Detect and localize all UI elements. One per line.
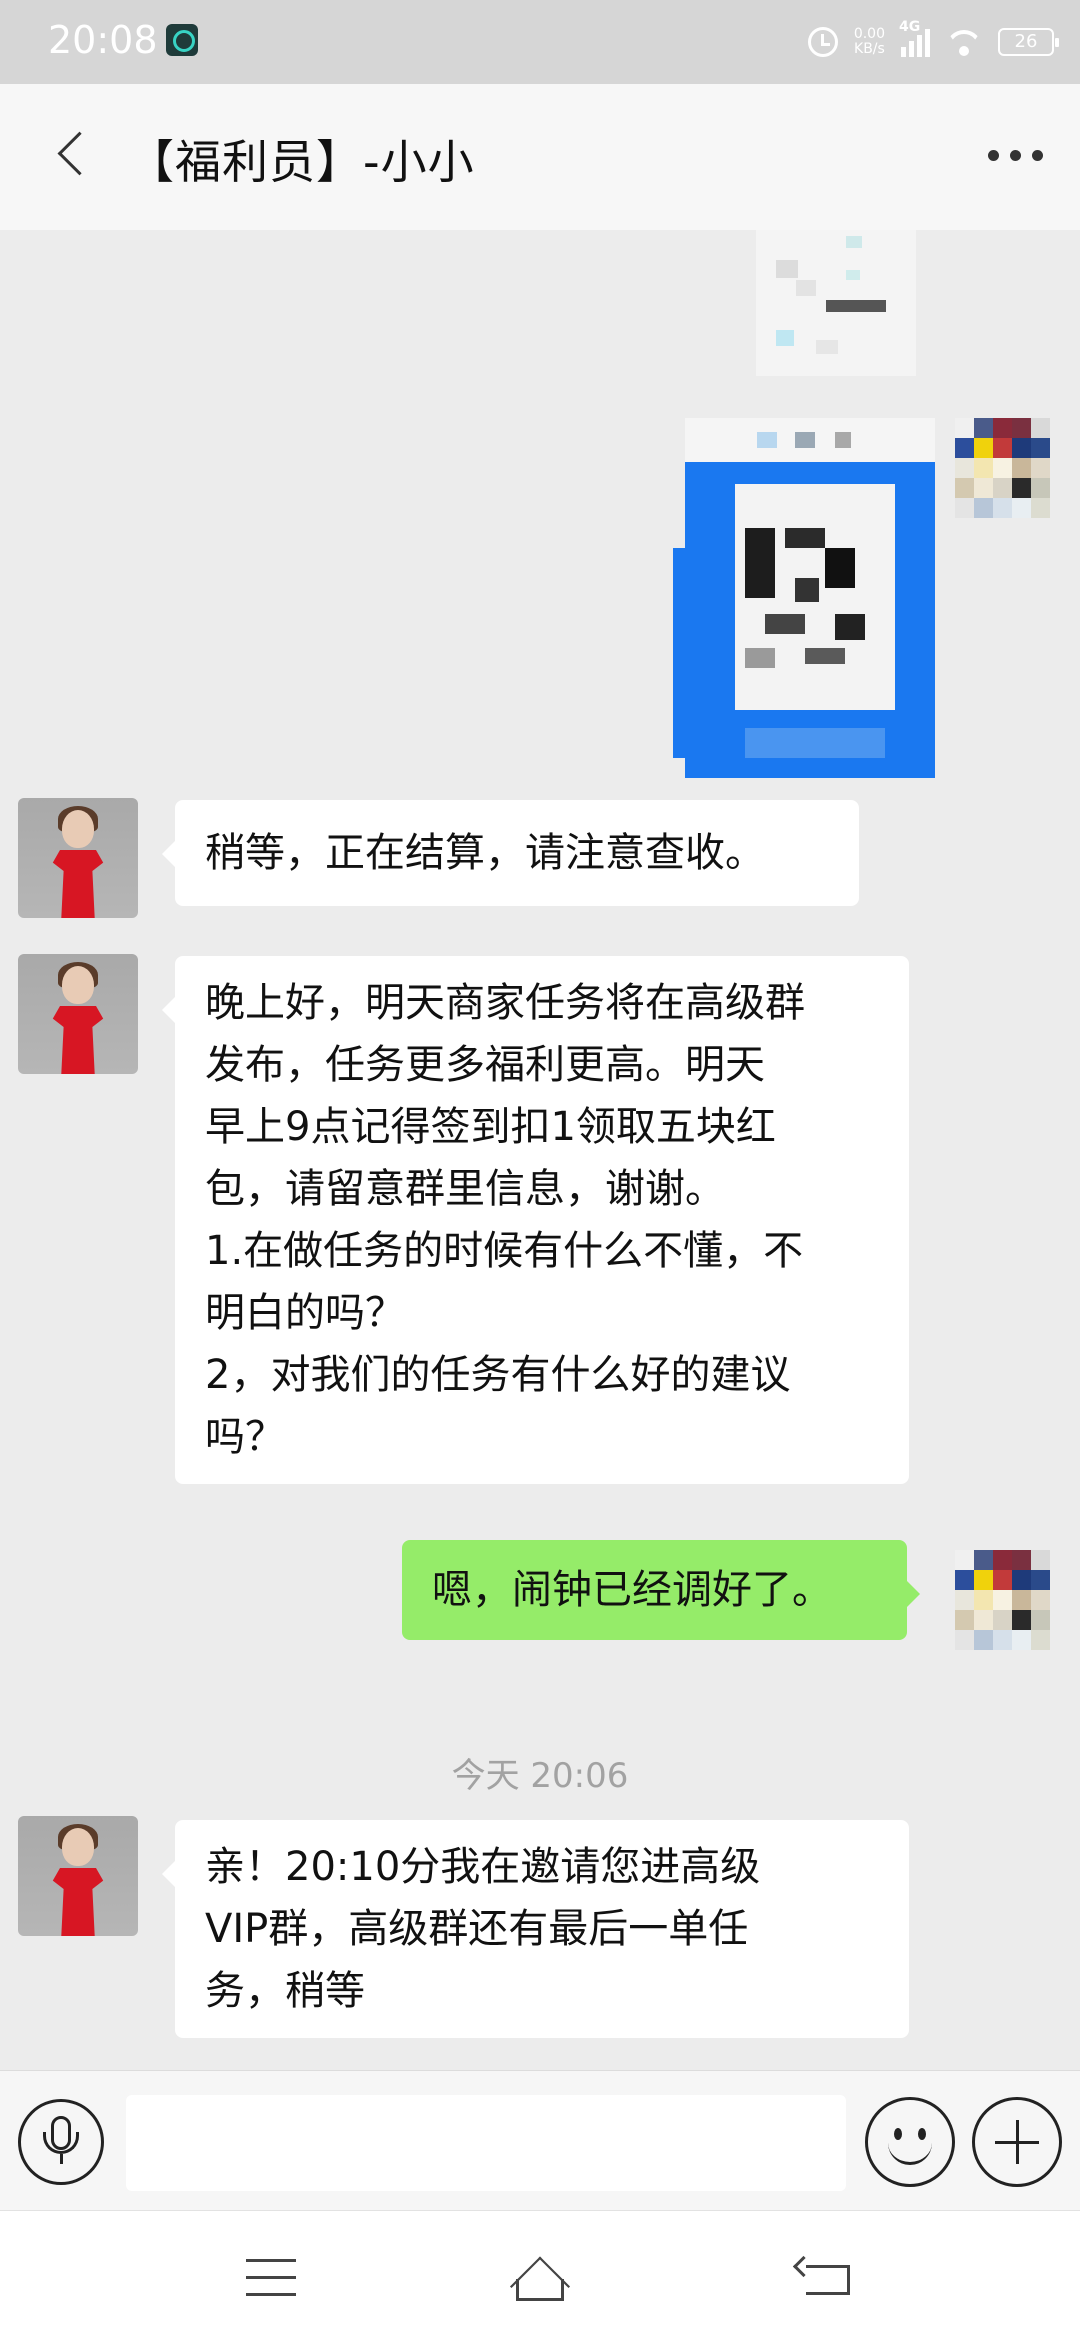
alarm-icon (807, 27, 838, 57)
message-line: 早上9点记得签到扣1领取五块红 (205, 1104, 776, 1150)
status-bar: 20:08 0.00 KB/s 4G 26 (0, 0, 1080, 84)
message-line: 2，对我们的任务有什么好的建议 (205, 1352, 791, 1398)
menu-icon[interactable] (246, 2259, 296, 2296)
message-text: 稍等，正在结算，请注意查收。 (205, 830, 765, 876)
sent-image-screenshot[interactable] (756, 230, 916, 376)
emoji-button[interactable] (865, 2097, 955, 2187)
network-speed: 0.00 KB/s (854, 27, 885, 57)
message-bubble-received[interactable]: 亲！20:10分我在邀请您进高级 VIP群，高级群还有最后一单任 务，稍等 (162, 1820, 909, 2038)
input-bar (0, 2070, 1080, 2211)
network-speed-value: 0.00 (853, 26, 885, 42)
message-list[interactable]: 稍等，正在结算，请注意查收。 晚上好，明天商家任务将在高级群 发布，任务更多福利… (0, 230, 1080, 2070)
network-type: 4G (899, 19, 921, 35)
message-line: 务，稍等 (205, 1968, 365, 2014)
message-line: 明白的吗？ (205, 1290, 405, 1336)
timestamp-divider: 今天 20:06 (451, 1756, 629, 1796)
more-dots-icon (987, 149, 999, 161)
contact-avatar[interactable] (18, 1816, 138, 1936)
message-line: 包，请留意群里信息，谢谢。 (205, 1166, 725, 1212)
message-bubble-sent[interactable]: 嗯，闹钟已经调好了。 (402, 1540, 920, 1640)
network-speed-unit: KB/s (854, 41, 885, 57)
message-bubble-received[interactable]: 稍等，正在结算，请注意查收。 (162, 800, 859, 906)
sent-image-qr-code[interactable] (673, 418, 935, 778)
message-text: 嗯，闹钟已经调好了。 (432, 1567, 832, 1613)
message-bubble-received[interactable]: 晚上好，明天商家任务将在高级群 发布，任务更多福利更高。明天 早上9点记得签到扣… (162, 956, 909, 1484)
message-line: 亲！20:10分我在邀请您进高级 (205, 1844, 761, 1890)
more-actions-button[interactable] (972, 2097, 1062, 2187)
back-chevron-icon (57, 131, 102, 176)
self-avatar[interactable] (955, 1550, 1070, 1668)
chat-screen: 20:08 0.00 KB/s 4G 26 【福利员】-小小 稍等，正在结算，请… (0, 0, 1080, 2340)
back-button[interactable] (50, 124, 102, 184)
app-notification-icon (166, 24, 198, 56)
chat-title: 【福利员】-小小 (128, 135, 475, 189)
more-options-button[interactable] (980, 140, 1050, 170)
message-line: VIP群，高级群还有最后一单任 (205, 1906, 749, 1952)
cellular-signal-icon: 4G (899, 19, 930, 57)
message-input[interactable] (126, 2095, 846, 2191)
wifi-icon (946, 28, 982, 56)
message-line: 晚上好，明天商家任务将在高级群 (205, 980, 805, 1026)
contact-avatar[interactable] (18, 954, 138, 1074)
battery-icon: 26 (998, 28, 1059, 56)
message-line: 发布，任务更多福利更高。明天 (205, 1042, 765, 1088)
home-icon[interactable] (506, 2255, 574, 2317)
message-line: 吗？ (205, 1414, 285, 1460)
back-icon[interactable] (792, 2255, 852, 2299)
self-avatar[interactable] (955, 418, 1070, 536)
contact-avatar[interactable] (18, 798, 138, 918)
message-line: 1.在做任务的时候有什么不懂，不 (205, 1228, 804, 1274)
system-nav-bar (0, 2210, 1080, 2340)
voice-input-button[interactable] (18, 2099, 104, 2185)
status-time: 20:08 (48, 18, 158, 62)
status-icons: 0.00 KB/s 4G 26 (807, 19, 1059, 64)
title-bar: 【福利员】-小小 (0, 84, 1080, 230)
